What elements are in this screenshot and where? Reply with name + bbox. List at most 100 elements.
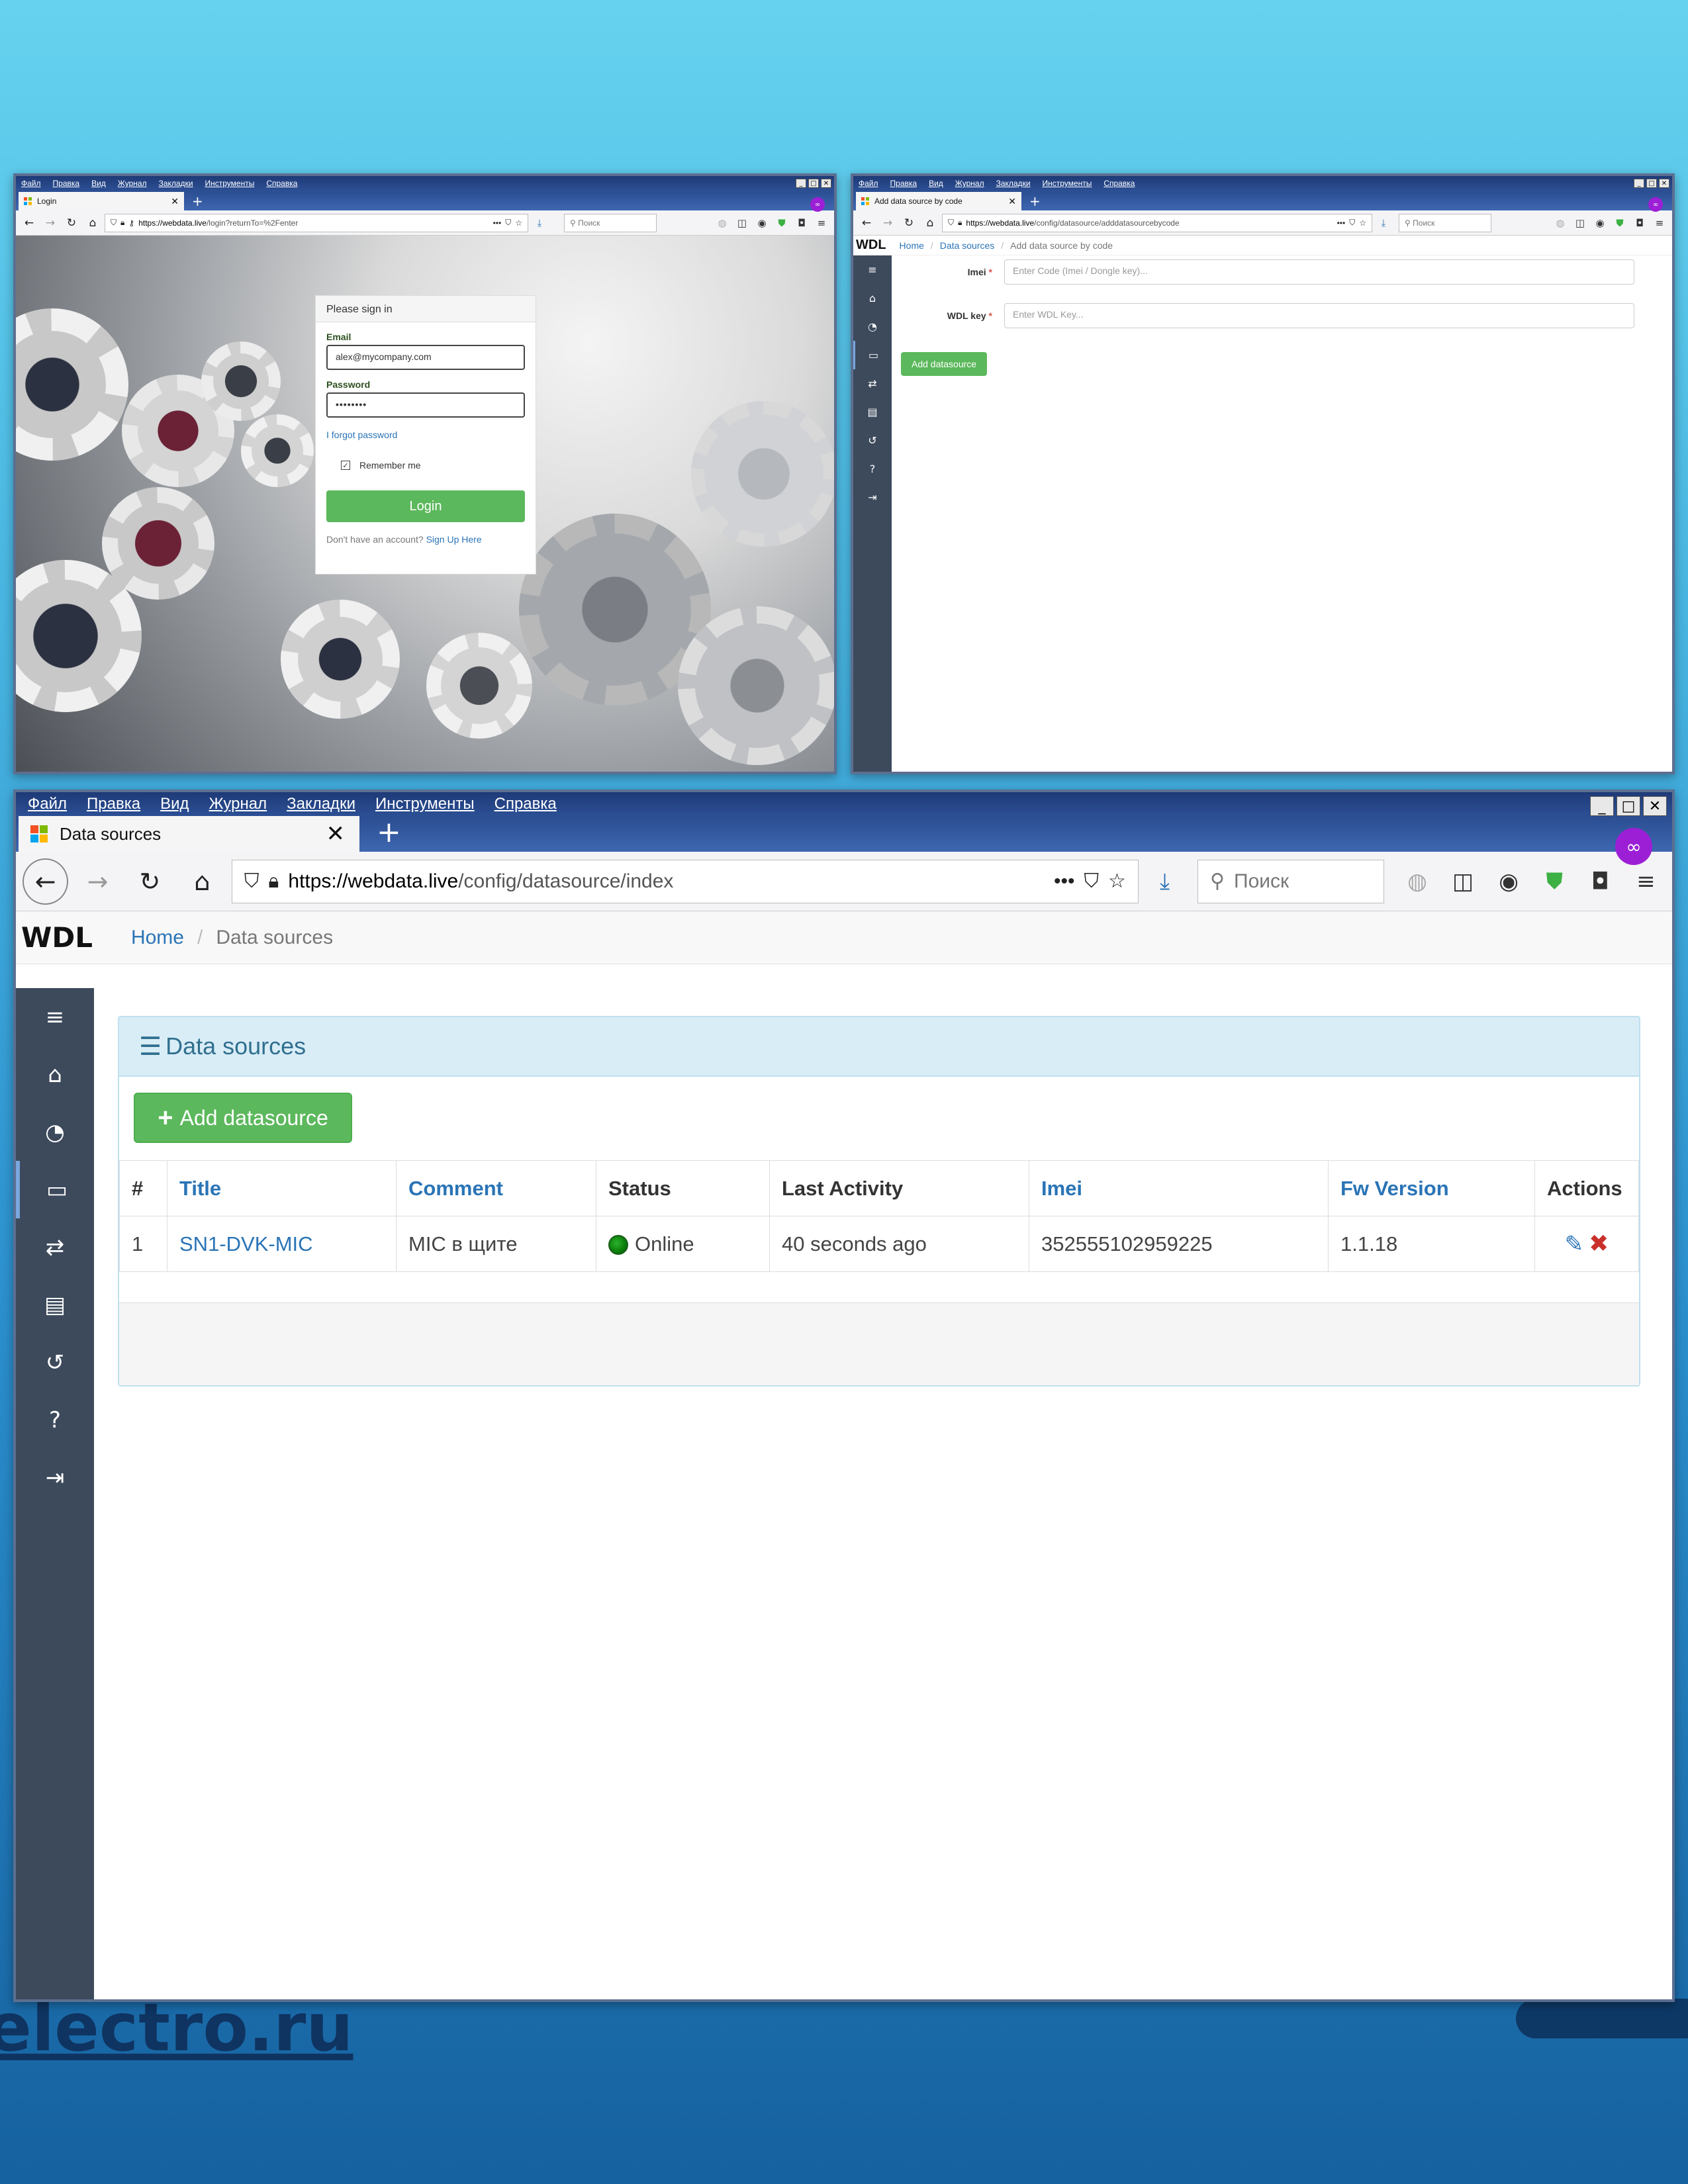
menu-help[interactable]: Справка	[1103, 179, 1135, 188]
extension-icon[interactable]: ◘	[1581, 868, 1620, 895]
page-actions-icon[interactable]: •••	[493, 218, 502, 228]
dashboard-icon[interactable]: ◔	[853, 312, 892, 341]
datasource-icon[interactable]: ▭	[853, 341, 892, 369]
logout-icon[interactable]: ⇥	[853, 483, 892, 512]
email-field[interactable]: alex@mycompany.com	[326, 345, 525, 370]
forward-icon[interactable]: →	[878, 214, 897, 232]
menu-tools[interactable]: Инструменты	[1043, 179, 1092, 188]
sidebar-toggle-icon[interactable]: ◫	[1443, 868, 1482, 895]
signup-link[interactable]: Sign Up Here	[426, 534, 482, 545]
close-window-button[interactable]: ✕	[821, 179, 831, 188]
back-icon[interactable]: ←	[857, 214, 876, 232]
close-window-button[interactable]: ✕	[1643, 796, 1667, 816]
menu-edit[interactable]: Правка	[890, 179, 917, 188]
exchange-icon[interactable]: ⇄	[16, 1218, 94, 1276]
menu-help[interactable]: Справка	[494, 795, 557, 813]
shield-extension-icon[interactable]: ⛊	[1535, 868, 1574, 895]
account-icon[interactable]: ◉	[1591, 217, 1609, 229]
menu-icon[interactable]: ≡	[16, 988, 94, 1046]
sidebar-toggle-icon[interactable]: ◫	[1571, 217, 1589, 229]
history-icon[interactable]: ↺	[16, 1334, 94, 1391]
bookmark-star-icon[interactable]: ☆	[1359, 218, 1366, 228]
search-box[interactable]: ⚲ Поиск	[564, 213, 657, 232]
add-datasource-button[interactable]: Add datasource	[901, 352, 988, 376]
datasource-icon[interactable]: ▭	[16, 1161, 94, 1218]
shield-extension-icon[interactable]: ⛊	[1611, 217, 1628, 229]
close-tab-icon[interactable]: ✕	[1008, 196, 1016, 207]
extension-icon[interactable]: ◘	[1631, 217, 1648, 229]
tab-add-by-code[interactable]: Add data source by code ✕	[856, 192, 1021, 210]
delete-icon[interactable]: ✖	[1589, 1230, 1609, 1257]
forgot-password-link[interactable]: I forgot password	[326, 430, 525, 440]
menu-help[interactable]: Справка	[266, 179, 297, 188]
tab-data-sources[interactable]: Data sources ✕	[19, 816, 359, 852]
help-icon[interactable]: ?	[16, 1391, 94, 1449]
wdl-key-input[interactable]: Enter WDL Key...	[1004, 303, 1634, 328]
column-header-fw-version[interactable]: Fw Version	[1328, 1160, 1535, 1216]
menu-view[interactable]: Вид	[91, 179, 106, 188]
shield-extension-icon[interactable]: ⛊	[773, 217, 790, 229]
menu-file[interactable]: Файл	[28, 795, 67, 813]
maximize-button[interactable]: □	[1617, 796, 1640, 816]
remember-me-row[interactable]: ✓ Remember me	[341, 460, 536, 471]
search-box[interactable]: ⚲ Поиск	[1399, 213, 1491, 232]
menu-tools[interactable]: Инструменты	[205, 179, 255, 188]
back-icon[interactable]: ←	[23, 858, 69, 905]
password-field[interactable]: ••••••••	[326, 392, 525, 418]
url-bar[interactable]: ⛉ 🔒︎ ⚷ https://webdata.live/login?return…	[105, 213, 528, 232]
home-icon[interactable]: ⌂	[853, 284, 892, 312]
menu-bookmarks[interactable]: Закладки	[159, 179, 193, 188]
minimize-button[interactable]: _	[1634, 179, 1644, 188]
hamburger-menu-icon[interactable]: ≡	[1651, 217, 1668, 229]
download-icon[interactable]: ⤓	[1145, 868, 1184, 895]
page-actions-icon[interactable]: •••	[1054, 870, 1075, 893]
minimize-button[interactable]: _	[1590, 796, 1614, 816]
brand-logo[interactable]: WDL	[21, 921, 93, 954]
download-icon[interactable]: ⤓	[531, 217, 548, 229]
bookmark-star-icon[interactable]: ☆	[1108, 870, 1126, 893]
report-icon[interactable]: ▤	[16, 1276, 94, 1334]
breadcrumb-home[interactable]: Home	[131, 927, 184, 949]
menu-bookmarks[interactable]: Закладки	[287, 795, 355, 813]
globe-icon[interactable]: ◍	[1552, 217, 1569, 229]
exchange-icon[interactable]: ⇄	[853, 369, 892, 398]
new-tab-button[interactable]: +	[1029, 193, 1041, 209]
hamburger-menu-icon[interactable]: ≡	[1626, 868, 1665, 895]
pocket-icon[interactable]: ⛉	[1349, 218, 1355, 228]
maximize-button[interactable]: □	[1646, 179, 1657, 188]
pocket-icon[interactable]: ⛉	[1084, 870, 1100, 893]
menu-bookmarks[interactable]: Закладки	[996, 179, 1031, 188]
report-icon[interactable]: ▤	[853, 398, 892, 426]
menu-edit[interactable]: Правка	[87, 795, 140, 813]
menu-history[interactable]: Журнал	[209, 795, 267, 813]
extension-icon[interactable]: ◘	[793, 217, 810, 229]
tab-login[interactable]: Login ✕	[19, 192, 184, 210]
globe-icon[interactable]: ◍	[1397, 868, 1436, 895]
menu-edit[interactable]: Правка	[53, 179, 80, 188]
reload-icon[interactable]: ↻	[900, 214, 918, 232]
reload-icon[interactable]: ↻	[127, 858, 173, 905]
menu-icon[interactable]: ≡	[853, 255, 892, 284]
menu-file[interactable]: Файл	[859, 179, 878, 188]
menu-file[interactable]: Файл	[21, 179, 41, 188]
sidebar-toggle-icon[interactable]: ◫	[733, 217, 751, 229]
account-icon[interactable]: ◉	[1489, 868, 1528, 895]
login-button[interactable]: Login	[326, 490, 525, 522]
download-icon[interactable]: ⤓	[1375, 217, 1392, 229]
cell-title-link[interactable]: SN1-DVK-MIC	[167, 1216, 397, 1272]
menu-view[interactable]: Вид	[160, 795, 189, 813]
pocket-icon[interactable]: ⛉	[505, 218, 511, 228]
imei-input[interactable]: Enter Code (Imei / Dongle key)...	[1004, 259, 1634, 285]
bookmark-star-icon[interactable]: ☆	[515, 218, 522, 228]
url-bar[interactable]: ⛉ 🔒︎ https://webdata.live/config/datasou…	[942, 213, 1372, 232]
home-icon[interactable]: ⌂	[179, 858, 225, 905]
column-header-comment[interactable]: Comment	[396, 1160, 596, 1216]
close-tab-icon[interactable]: ✕	[326, 821, 346, 847]
menu-history[interactable]: Журнал	[955, 179, 984, 188]
menu-history[interactable]: Журнал	[118, 179, 147, 188]
url-bar[interactable]: ⛉ 🔒︎ https://webdata.live/config/datasou…	[231, 859, 1139, 903]
remember-me-checkbox[interactable]: ✓	[341, 461, 350, 470]
home-icon[interactable]: ⌂	[83, 214, 102, 232]
globe-icon[interactable]: ◍	[714, 217, 731, 229]
maximize-button[interactable]: □	[808, 179, 819, 188]
